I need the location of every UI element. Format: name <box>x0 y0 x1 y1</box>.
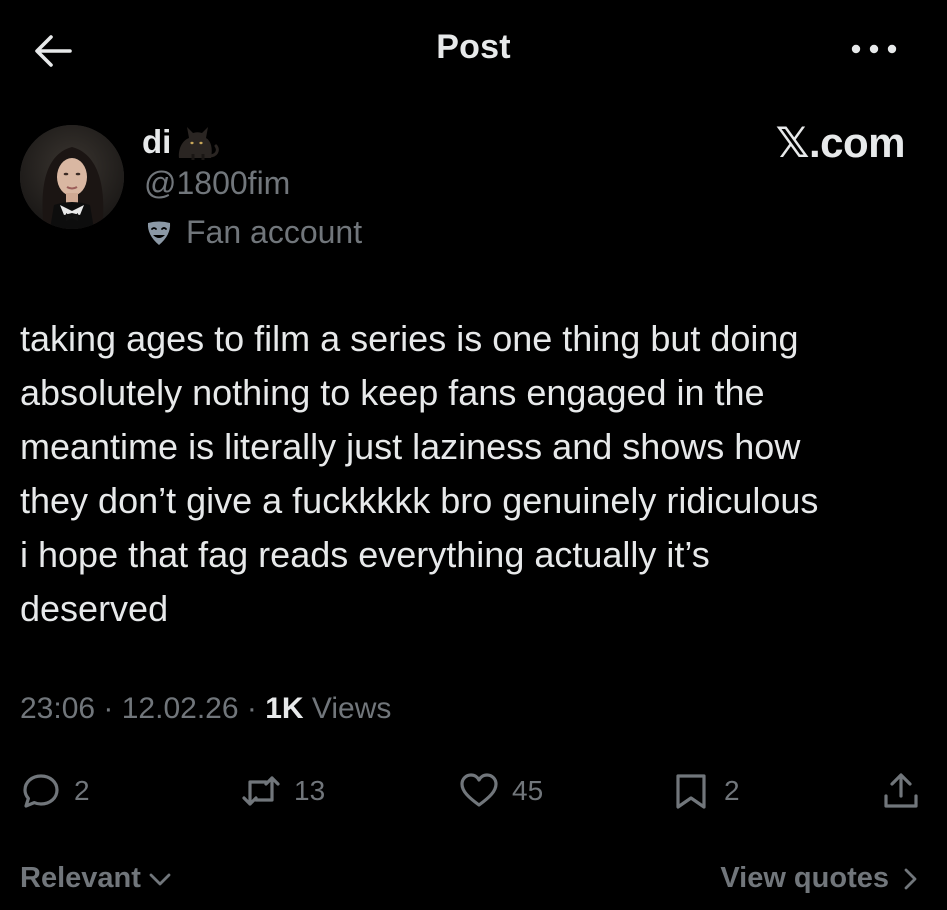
post-text: taking ages to film a series is one thin… <box>20 318 819 629</box>
site-watermark: 𝕏.com <box>775 119 906 166</box>
more-horizontal-icon <box>851 44 897 54</box>
theater-masks-icon <box>147 221 171 245</box>
like-count: 45 <box>512 775 544 806</box>
like-button[interactable]: 45 <box>458 766 543 816</box>
reply-button[interactable]: 2 <box>20 766 90 816</box>
more-options-button[interactable] <box>849 36 899 62</box>
action-bar: 2 13 45 2 <box>0 766 947 816</box>
repost-button[interactable]: 13 <box>240 766 325 816</box>
bookmark-icon <box>676 774 706 809</box>
share-button[interactable] <box>880 766 922 816</box>
post-meta: 23:06 · 12.02.26 · 1K Views <box>20 692 391 726</box>
view-quotes-link[interactable]: View quotes <box>720 862 923 895</box>
meta-separator: · <box>95 692 122 725</box>
post-date[interactable]: 12.02.26 <box>122 692 239 725</box>
reply-icon <box>23 774 59 808</box>
bookmark-button[interactable]: 2 <box>670 766 740 816</box>
share-icon <box>884 773 918 808</box>
avatar[interactable] <box>20 125 124 229</box>
reply-count: 2 <box>74 775 90 806</box>
page-title: Post <box>436 28 511 66</box>
repost-icon <box>242 776 280 806</box>
avatar-image <box>20 125 124 229</box>
account-label: Fan account <box>144 214 362 251</box>
chevron-right-icon <box>904 868 917 889</box>
repost-count: 13 <box>294 775 326 806</box>
meta-separator: · <box>238 692 266 725</box>
cat-emoji <box>179 127 220 160</box>
sort-label: Relevant <box>20 862 141 894</box>
chevron-down-icon <box>149 873 171 885</box>
author-handle[interactable]: @1800fim <box>144 165 290 202</box>
bookmark-count: 2 <box>724 775 740 806</box>
author-display-name[interactable]: di <box>142 122 221 162</box>
view-quotes-label: View quotes <box>720 862 889 894</box>
views-count[interactable]: 1K <box>265 692 303 725</box>
post-time[interactable]: 23:06 <box>20 692 95 725</box>
account-label-text: Fan account <box>186 214 363 250</box>
heart-icon <box>460 773 498 807</box>
sort-replies-dropdown[interactable]: Relevant <box>20 862 173 895</box>
display-name-text: di <box>142 123 172 160</box>
views-label: Views <box>303 692 392 725</box>
